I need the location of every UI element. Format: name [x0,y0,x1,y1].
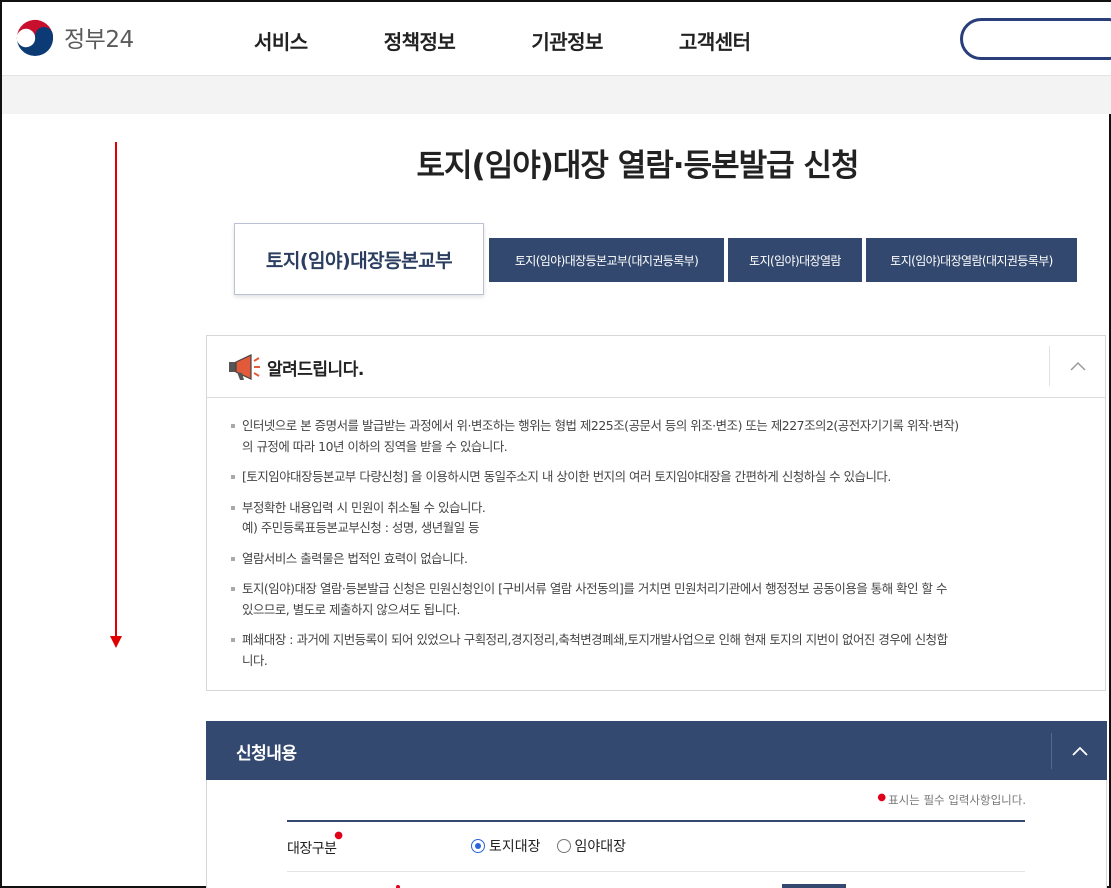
site-header: 정부24 서비스 정책정보 기관정보 고객센터 [2,2,1111,76]
tab-land-register-copy-site-right[interactable]: 토지(임야)대장등본교부(대지권등록부) [489,238,724,282]
radio-label: 임야대장 [574,839,627,855]
apply-section-body: ● 표시는 필수 입력사항입니다. 대장구분 ● 토지대장 임야대장 [206,780,1107,888]
notice-item: 열람서비스 출력물은 법적인 효력이 없습니다. [231,549,1075,570]
notice-item-line: 의 규정에 따라 10년 이하의 징역을 받을 수 있습니다. [242,438,508,454]
next-row-button-partial[interactable] [782,884,846,888]
notice-item-line: 토지(임야)대장 열람·등본발급 신청은 민원신청인이 [구비서류 열람 사전동… [242,581,947,596]
required-note-text: 표시는 필수 입력사항입니다. [888,793,1026,807]
notice-item: 부정확한 내용입력 시 민원이 취소될 수 있습니다. 예) 주민등록표등본교부… [231,498,1075,539]
tab-land-register-view[interactable]: 토지(임야)대장열람 [728,238,862,282]
search-input[interactable] [960,18,1111,60]
nav-policy[interactable]: 정책정보 [384,26,456,55]
sub-nav-band [2,76,1111,114]
radio-unchecked-icon[interactable] [556,839,571,853]
apply-collapse-button[interactable] [1051,733,1107,769]
required-note: ● 표시는 필수 입력사항입니다. [877,792,1026,808]
nav-agency[interactable]: 기관정보 [531,26,603,55]
notice-header: 알려드립니다. [207,336,1105,398]
apply-section-title: 신청내용 [236,744,297,764]
notice-item-line: 있으므로, 별도로 제출하지 않으셔도 됩니다. [242,601,461,617]
radio-label: 토지대장 [489,839,541,855]
apply-section-header: 신청내용 [206,721,1107,780]
down-arrow-icon [110,142,122,648]
register-type-radio-group: 토지대장 임야대장 [471,836,642,856]
main-nav: 서비스 정책정보 기관정보 고객센터 [254,26,827,55]
taegeuk-logo-icon [15,17,55,57]
logo-text: 정부24 [64,27,134,53]
field-label-register-type: 대장구분 ● [287,830,343,858]
required-dot-icon: ● [877,792,887,803]
radio-forest-register[interactable]: 임야대장 [556,836,627,856]
notice-item-line: [토지임야대장등본교부 다량신청] 을 이용하시면 동일주소지 내 상이한 번지… [242,469,891,484]
notice-item: 폐쇄대장 : 과거에 지번등록이 되어 있었으나 구획정리,경지정리,축척변경폐… [231,630,1075,671]
megaphone-icon [229,354,260,380]
notice-item: [토지임야대장등본교부 다량신청] 을 이용하시면 동일주소지 내 상이한 번지… [231,467,1075,488]
nav-customer-center[interactable]: 고객센터 [679,26,751,55]
tab-land-register-copy[interactable]: 토지(임야)대장등본교부 [234,223,484,295]
chevron-up-icon [1069,361,1086,371]
logo[interactable]: 정부24 [14,16,134,58]
notice-item-line: 부정확한 내용입력 시 민원이 취소될 수 있습니다. [242,499,486,515]
notice-item: 토지(임야)대장 열람·등본발급 신청은 민원신청인이 [구비서류 열람 사전동… [231,579,1075,620]
required-dot-icon: ● [334,830,343,841]
field-label-text: 대장구분 [287,841,337,857]
radio-checked-icon[interactable] [471,839,485,853]
tab-land-register-view-site-right[interactable]: 토지(임야)대장열람(대지권등록부) [866,238,1077,282]
notice-item-line: 열람서비스 출력물은 법적인 효력이 없습니다. [242,550,468,566]
form-row-register-type: 대장구분 ● 토지대장 임야대장 [287,822,1025,872]
notice-list: 인터넷으로 본 증명서를 발급받는 과정에서 위·변조하는 행위는 형법 제22… [207,398,1105,671]
nav-services[interactable]: 서비스 [254,26,308,55]
notice-title: 알려드립니다. [267,360,364,380]
notice-item-line: 예) 주민등록표등본교부신청 : 성명, 생년월일 등 [242,520,480,535]
notice-item-line: 인터넷으로 본 증명서를 발급받는 과정에서 위·변조하는 행위는 형법 제22… [242,418,959,433]
notice-item-line: 니다. [242,652,268,668]
notice-panel: 알려드립니다. 인터넷으로 본 증명서를 발급받는 과정에서 위·변조하는 행위… [206,335,1106,691]
notice-collapse-button[interactable] [1049,346,1105,386]
notice-item-line: 폐쇄대장 : 과거에 지번등록이 되어 있었으나 구획정리,경지정리,축척변경폐… [242,632,948,647]
chevron-up-icon [1071,746,1088,756]
page-title: 토지(임야)대장 열람·등본발급 신청 [416,148,860,184]
notice-item: 인터넷으로 본 증명서를 발급받는 과정에서 위·변조하는 행위는 형법 제22… [231,416,1075,457]
radio-land-register[interactable]: 토지대장 [471,836,541,856]
